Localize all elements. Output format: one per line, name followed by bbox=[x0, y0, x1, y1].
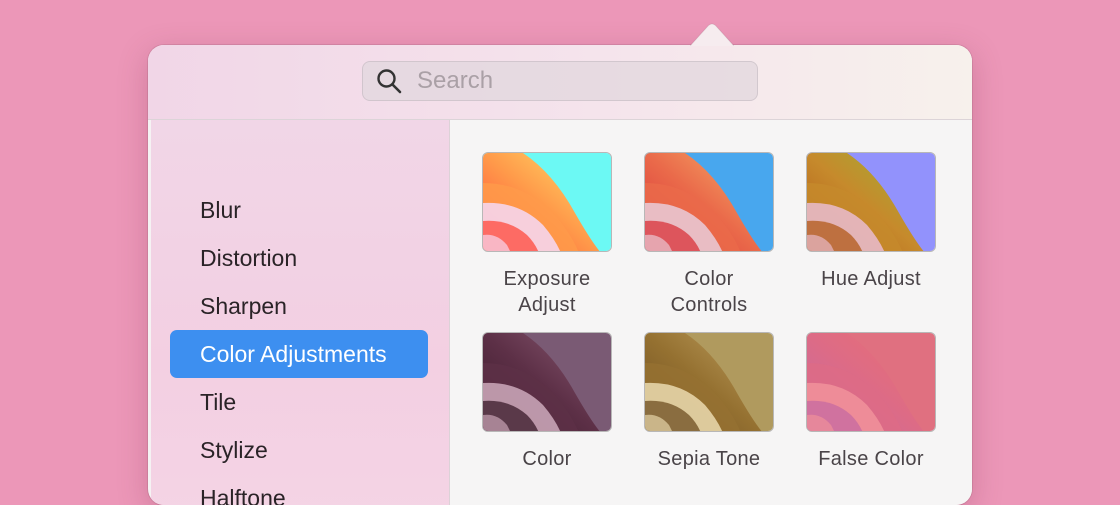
filter-tile-false-color[interactable]: False Color bbox=[790, 332, 952, 472]
filter-label: False Color bbox=[818, 448, 924, 470]
popover-arrow bbox=[690, 23, 734, 46]
filter-tile-exposure-adjust[interactable]: Exposure Adjust bbox=[466, 152, 628, 318]
filter-popover: Blur Distortion Sharpen Color Adjustment… bbox=[148, 45, 972, 505]
filter-grid: Exposure Adjust Color Controls Hue Adjust … bbox=[450, 120, 972, 505]
filter-label: Color Controls bbox=[670, 268, 748, 316]
filter-tile-color-controls[interactable]: Color Controls bbox=[628, 152, 790, 318]
search-input[interactable] bbox=[415, 66, 739, 96]
search-icon bbox=[377, 69, 402, 94]
filter-tile-hue-adjust[interactable]: Hue Adjust bbox=[790, 152, 952, 292]
filter-thumbnail bbox=[644, 152, 774, 252]
sidebar-item-halftone[interactable]: Halftone bbox=[170, 474, 428, 505]
filter-label: Sepia Tone bbox=[657, 448, 761, 470]
filter-label: Exposure Adjust bbox=[503, 268, 591, 316]
category-sidebar: Blur Distortion Sharpen Color Adjustment… bbox=[151, 120, 450, 505]
filter-thumbnail bbox=[482, 332, 612, 432]
sidebar-item-tile[interactable]: Tile bbox=[170, 378, 428, 426]
filter-tile-sepia-tone[interactable]: Sepia Tone bbox=[628, 332, 790, 472]
popover-header bbox=[148, 45, 972, 120]
filter-label: Hue Adjust bbox=[821, 268, 921, 290]
filter-thumbnail bbox=[806, 152, 936, 252]
filter-thumbnail bbox=[806, 332, 936, 432]
filter-thumbnail bbox=[482, 152, 612, 252]
sidebar-item-color-adjustments[interactable]: Color Adjustments bbox=[170, 330, 428, 378]
filter-thumbnail bbox=[644, 332, 774, 432]
sidebar-item-stylize[interactable]: Stylize bbox=[170, 426, 428, 474]
search-field[interactable] bbox=[362, 61, 758, 101]
sidebar-item-sharpen[interactable]: Sharpen bbox=[170, 282, 428, 330]
sidebar-item-distortion[interactable]: Distortion bbox=[170, 234, 428, 282]
sidebar-item-blur[interactable]: Blur bbox=[170, 186, 428, 234]
filter-tile-color[interactable]: Color bbox=[466, 332, 628, 472]
filter-label: Color bbox=[522, 448, 572, 470]
